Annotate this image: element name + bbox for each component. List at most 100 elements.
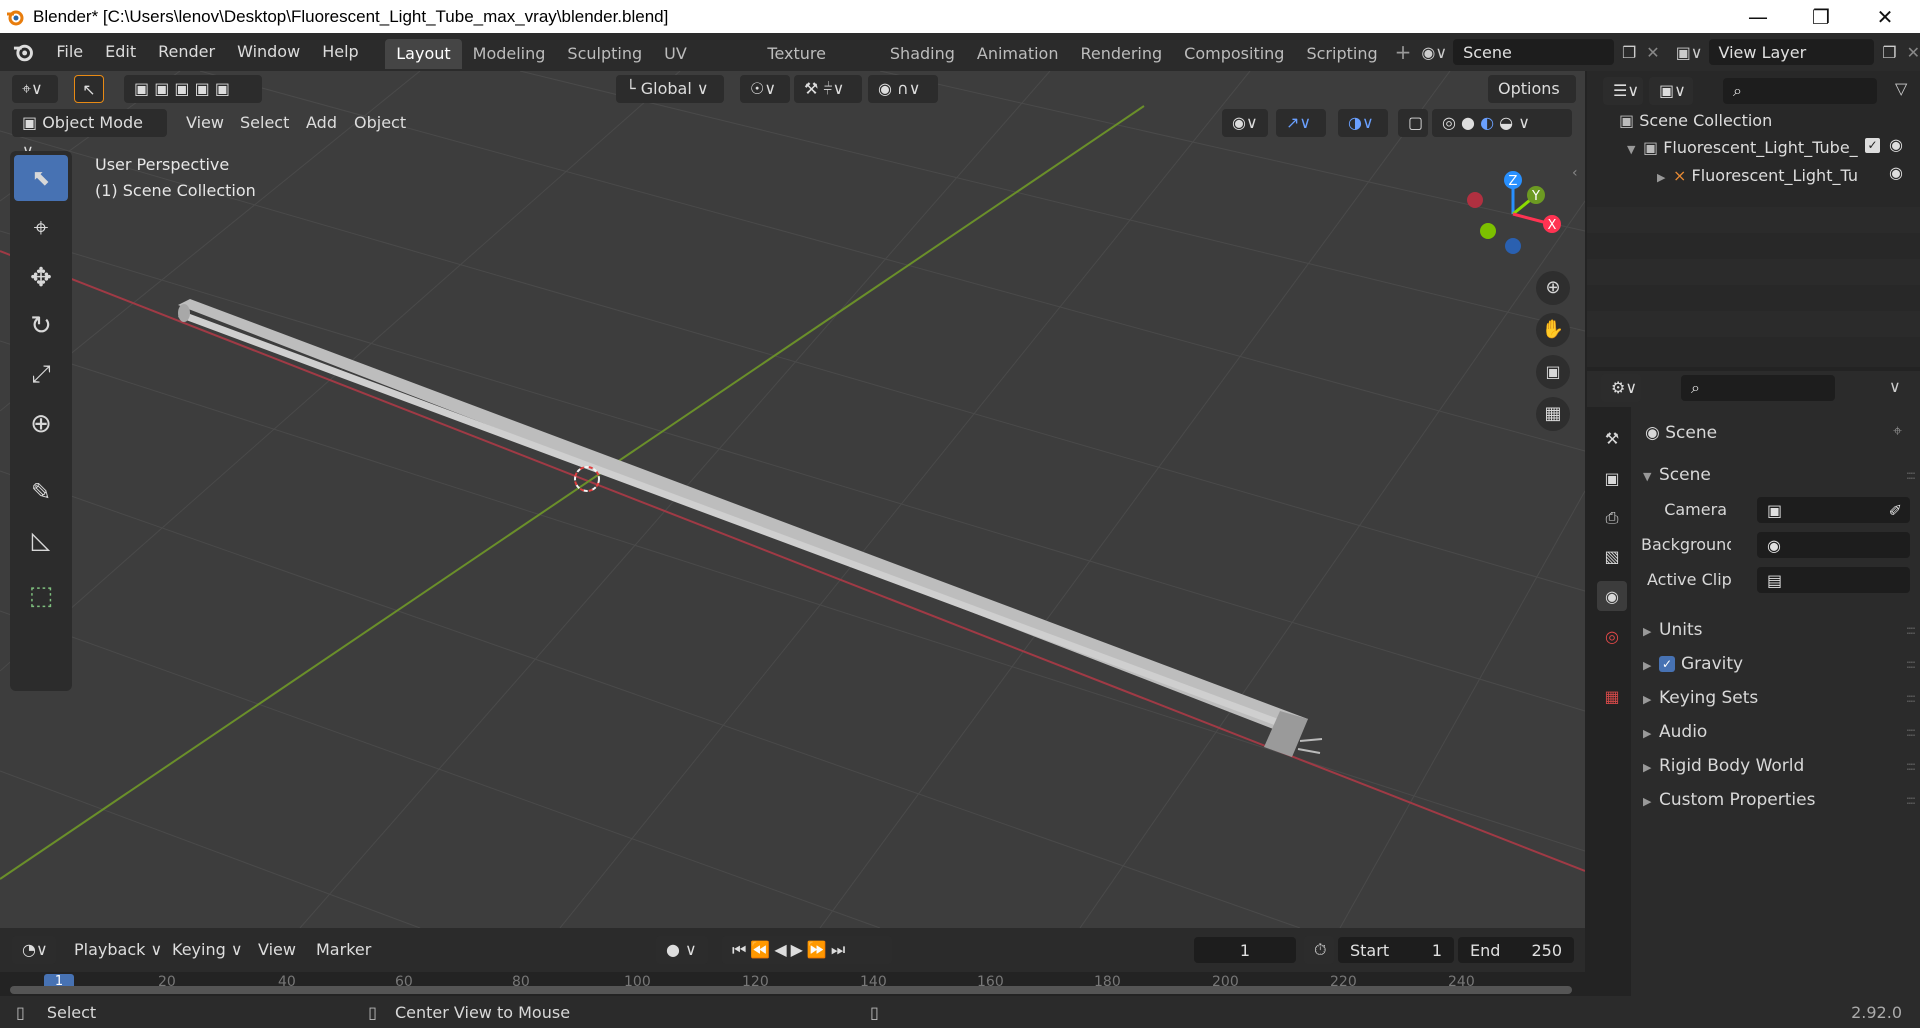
outliner-display-mode[interactable]: ▣∨ [1649,77,1693,105]
blender-menu-icon[interactable] [12,41,35,63]
menu-render[interactable]: Render [147,33,226,71]
drag-handle-icon[interactable]: :::: [1906,716,1916,748]
tab-shading[interactable]: Shading [879,39,966,69]
drag-handle-icon[interactable]: :::: [1906,614,1916,646]
options-dropdown[interactable]: Options ∨ [1488,75,1576,126]
outliner-search-input[interactable]: ⌕ [1723,78,1877,104]
add-workspace-button[interactable]: + [1395,40,1412,64]
mode-dropdown[interactable]: ▣ Object Mode ∨ [12,109,167,160]
outliner-object-row[interactable]: ▶ ⨯ Fluorescent_Light_Tu [1657,163,1858,189]
collection-checkbox[interactable]: ✓ [1865,138,1880,153]
keying-sets-panel-header[interactable]: ▶ Keying Sets:::: [1643,682,1920,714]
tab-modeling[interactable]: Modeling [462,39,557,69]
timeline-ruler[interactable]: 1 20 40 60 80 100 120 140 160 180 200 22… [0,972,1585,996]
transform-tool[interactable]: ⊕ [14,401,68,447]
outliner-scene-collection[interactable]: ▣ Scene Collection [1619,108,1772,134]
playback-controls[interactable]: ⏮⏪◀▶⏩⏭ [722,936,892,964]
eyedropper-icon[interactable]: ✐ [1889,501,1902,520]
viewport-menu-select[interactable]: Select [230,109,299,137]
viewport-menu-view[interactable]: View [176,109,234,137]
tab-uv-editing[interactable]: UV Editing [653,39,756,93]
delete-view-layer-icon[interactable]: ✕ [1907,43,1920,62]
pivot-dropdown[interactable]: ☉∨ [740,75,790,103]
overlay-toggle[interactable]: ◑∨ [1338,109,1388,137]
editor-type-button[interactable]: ⌖∨ [12,75,58,103]
proportional-edit-toggle[interactable]: ◉ ∩∨ [868,75,938,103]
scene-field[interactable]: Scene [1453,39,1614,65]
render-tab-icon[interactable]: ▣ [1597,463,1627,493]
scene-panel-header[interactable]: ▼ Scene:::: [1643,459,1920,491]
gravity-panel-header[interactable]: ▶ ✓ Gravity:::: [1643,648,1920,680]
annotate-tool[interactable]: ✎ [14,469,68,515]
pin-icon[interactable]: ⌖ [1893,421,1902,441]
minimize-button[interactable]: — [1730,0,1786,33]
shading-modes[interactable]: ◎ ● ◐ ◒ ∨ [1432,109,1572,137]
timeline-scrollbar[interactable] [10,986,1572,994]
filter-icon[interactable]: ▽ [1895,79,1907,98]
move-tool[interactable]: ✥ [14,255,68,301]
measure-tool[interactable]: ◺ [14,517,68,563]
navigation-gizmo[interactable]: Z Y X [1465,166,1575,266]
rotate-tool[interactable]: ↻ [14,303,68,349]
scale-tool[interactable]: ⤢ [14,351,68,397]
scene-selector-icon[interactable]: ◉∨ [1421,43,1447,62]
tab-rendering[interactable]: Rendering [1069,39,1173,69]
start-frame-field[interactable]: Start 1 [1338,937,1454,963]
orientation-dropdown[interactable]: └ Global ∨ [616,75,724,103]
view-layer-icon[interactable]: ▣∨ [1676,43,1703,62]
sidebar-collapse-icon[interactable]: ‹ [1572,165,1578,181]
cursor-tool[interactable]: ⌖ [14,205,68,251]
current-frame-field[interactable]: 1 [1194,937,1296,963]
3d-viewport[interactable]: ⌖∨ ↖ ▣ ▣ ▣ ▣ ▣ └ Global ∨ ☉∨ ⚒ ⫩∨ ◉ ∩∨ O… [0,71,1585,928]
viewport-menu-add[interactable]: Add [296,109,347,137]
gizmo-toggle[interactable]: ↗∨ [1276,109,1326,137]
timer-icon[interactable]: ⏱ [1304,936,1334,964]
eye-icon[interactable]: ◉ [1889,135,1903,154]
selection-modes[interactable]: ▣ ▣ ▣ ▣ ▣ [124,75,262,103]
drag-handle-icon[interactable]: :::: [1906,459,1916,491]
scene-tab-icon[interactable]: ◉ [1597,581,1627,611]
pan-hand-icon[interactable]: ✋ [1536,313,1570,347]
menu-help[interactable]: Help [311,33,369,71]
tab-compositing[interactable]: Compositing [1173,39,1295,69]
timeline-menu-keying[interactable]: Keying ∨ [162,936,253,964]
outliner-editor-type[interactable]: ☰∨ [1603,77,1643,105]
end-frame-field[interactable]: End 250 [1458,937,1574,963]
auto-key-toggle[interactable]: ● ∨ [656,936,708,964]
visibility-dropdown[interactable]: ◉∨ [1222,109,1268,137]
rigid-body-world-panel-header[interactable]: ▶ Rigid Body World:::: [1643,750,1920,782]
viewport-menu-object[interactable]: Object [344,109,416,137]
drag-handle-icon[interactable]: :::: [1906,784,1916,816]
texture-tab-icon[interactable]: ▦ [1597,681,1627,711]
select-box-tool[interactable]: ⬉ [14,155,68,201]
audio-panel-header[interactable]: ▶ Audio:::: [1643,716,1920,748]
tab-animation[interactable]: Animation [966,39,1070,69]
menu-file[interactable]: File [45,33,94,71]
zoom-icon[interactable]: ⊕ [1536,271,1570,305]
menu-window[interactable]: Window [226,33,311,71]
properties-editor-type[interactable]: ⚙∨ [1601,374,1641,402]
camera-view-icon[interactable]: ▣ [1536,355,1570,389]
properties-search-input[interactable]: ⌕ [1681,375,1835,401]
snap-toggle[interactable]: ⚒ ⫩∨ [794,75,862,103]
close-button[interactable]: ✕ [1857,0,1913,33]
xray-toggle[interactable]: ▢ [1398,109,1428,137]
outliner-collection-row[interactable]: ▼ ▣ Fluorescent_Light_Tube_ [1627,135,1858,161]
new-scene-icon[interactable]: ❐ [1622,43,1636,62]
view-layer-field[interactable]: View Layer [1708,39,1875,65]
custom-properties-panel-header[interactable]: ▶ Custom Properties:::: [1643,784,1920,816]
world-tab-icon[interactable]: ◎ [1597,621,1627,651]
expand-arrow-icon[interactable]: ▼ [1627,137,1643,163]
new-view-layer-icon[interactable]: ❐ [1882,43,1896,62]
expand-arrow-icon[interactable]: ▶ [1657,165,1673,191]
ortho-grid-icon[interactable]: ▦ [1536,397,1570,431]
camera-field[interactable]: ▣ ✐ [1757,497,1910,523]
eye-icon[interactable]: ◉ [1889,163,1903,182]
drag-handle-icon[interactable]: :::: [1906,750,1916,782]
background-field[interactable]: ◉ [1757,532,1910,558]
add-cube-tool[interactable]: ⬚ [14,573,68,619]
select-mode-button[interactable]: ↖ [74,75,104,103]
timeline-menu-playback[interactable]: Playback ∨ [64,936,172,964]
units-panel-header[interactable]: ▶ Units:::: [1643,614,1920,646]
timeline-editor-type[interactable]: ◔∨ [12,936,56,964]
